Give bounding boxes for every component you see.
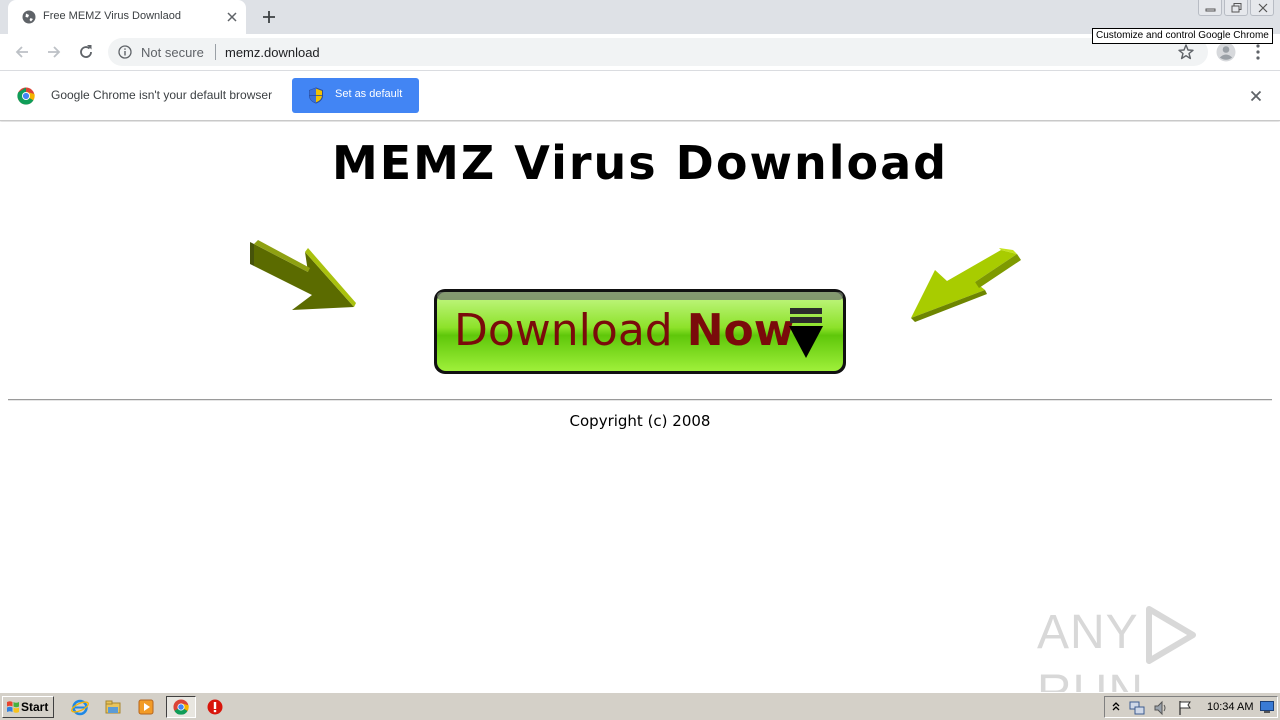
- maximize-button[interactable]: [1224, 0, 1248, 16]
- media-player-icon[interactable]: [137, 698, 155, 716]
- security-label: Not secure: [141, 45, 204, 60]
- chrome-logo-icon: [17, 87, 35, 105]
- download-now-button[interactable]: Download Now: [433, 288, 847, 375]
- start-button[interactable]: Start: [2, 696, 54, 718]
- reload-icon[interactable]: [76, 42, 96, 62]
- tab-active[interactable]: Free MEMZ Virus Downlaod: [8, 0, 246, 34]
- info-icon[interactable]: [118, 45, 132, 59]
- horizontal-rule: [8, 399, 1272, 401]
- taskbar: Start 10:34 AM: [0, 692, 1280, 720]
- minimize-button[interactable]: [1198, 0, 1222, 16]
- file-explorer-icon[interactable]: [104, 698, 122, 716]
- play-logo-icon: [1145, 606, 1196, 665]
- infobar-message: Google Chrome isn't your default browser: [51, 88, 273, 102]
- close-infobar-icon[interactable]: [1248, 88, 1264, 104]
- set-as-default-label: Set as default: [335, 88, 403, 100]
- arrow-pointing-right-down-icon: [250, 240, 356, 310]
- action-center-flag-icon[interactable]: [1177, 700, 1193, 716]
- bookmark-star-icon[interactable]: [1177, 43, 1195, 61]
- windows-logo-icon: [7, 701, 19, 713]
- forward-icon[interactable]: [44, 42, 64, 62]
- tab-strip: Free MEMZ Virus Downlaod: [0, 0, 1280, 34]
- default-browser-infobar: Google Chrome isn't your default browser…: [0, 71, 1280, 121]
- chrome-menu-icon[interactable]: [1250, 42, 1266, 62]
- minimize-icon: [1205, 8, 1216, 12]
- window-controls: [1198, 0, 1274, 18]
- close-tab-icon[interactable]: [224, 9, 240, 25]
- new-tab-icon[interactable]: [260, 8, 278, 26]
- system-tray: 10:34 AM: [1104, 696, 1278, 718]
- url-text[interactable]: memz.download: [225, 45, 320, 60]
- copyright-text: Copyright (c) 2008: [569, 412, 711, 430]
- back-icon[interactable]: [12, 42, 32, 62]
- show-desktop-icon[interactable]: [1260, 701, 1274, 713]
- tab-title: Free MEMZ Virus Downlaod: [43, 10, 181, 22]
- web-page: MEMZ Virus Download Download Now Copyrig…: [0, 122, 1280, 719]
- close-window-button[interactable]: [1250, 0, 1274, 16]
- internet-explorer-icon[interactable]: [71, 698, 89, 716]
- show-hidden-icons-icon[interactable]: [1111, 700, 1121, 714]
- arrow-pointing-left-down-icon: [911, 248, 1021, 322]
- address-separator: [215, 44, 216, 60]
- volume-icon[interactable]: [1153, 700, 1169, 716]
- globe-icon: [22, 10, 36, 24]
- chrome-icon: [173, 699, 189, 715]
- close-icon: [1258, 3, 1268, 13]
- uac-shield-icon: [309, 87, 323, 104]
- download-arrow-icon: [789, 308, 823, 358]
- page-title: MEMZ Virus Download: [331, 136, 949, 190]
- taskbar-chrome-button[interactable]: [166, 696, 196, 718]
- set-as-default-button[interactable]: Set as default: [292, 78, 419, 113]
- address-bar[interactable]: Not secure memz.download: [108, 38, 1208, 66]
- menu-tooltip: Customize and control Google Chrome: [1092, 28, 1273, 44]
- stop-icon[interactable]: [206, 698, 224, 716]
- profile-avatar-icon[interactable]: [1216, 42, 1236, 62]
- start-label: Start: [21, 700, 49, 714]
- network-icon[interactable]: [1129, 700, 1145, 716]
- clock[interactable]: 10:34 AM: [1207, 701, 1253, 713]
- restore-icon: [1231, 3, 1242, 13]
- browser-toolbar: Not secure memz.download: [0, 34, 1280, 71]
- download-button-label: Download Now: [454, 305, 795, 356]
